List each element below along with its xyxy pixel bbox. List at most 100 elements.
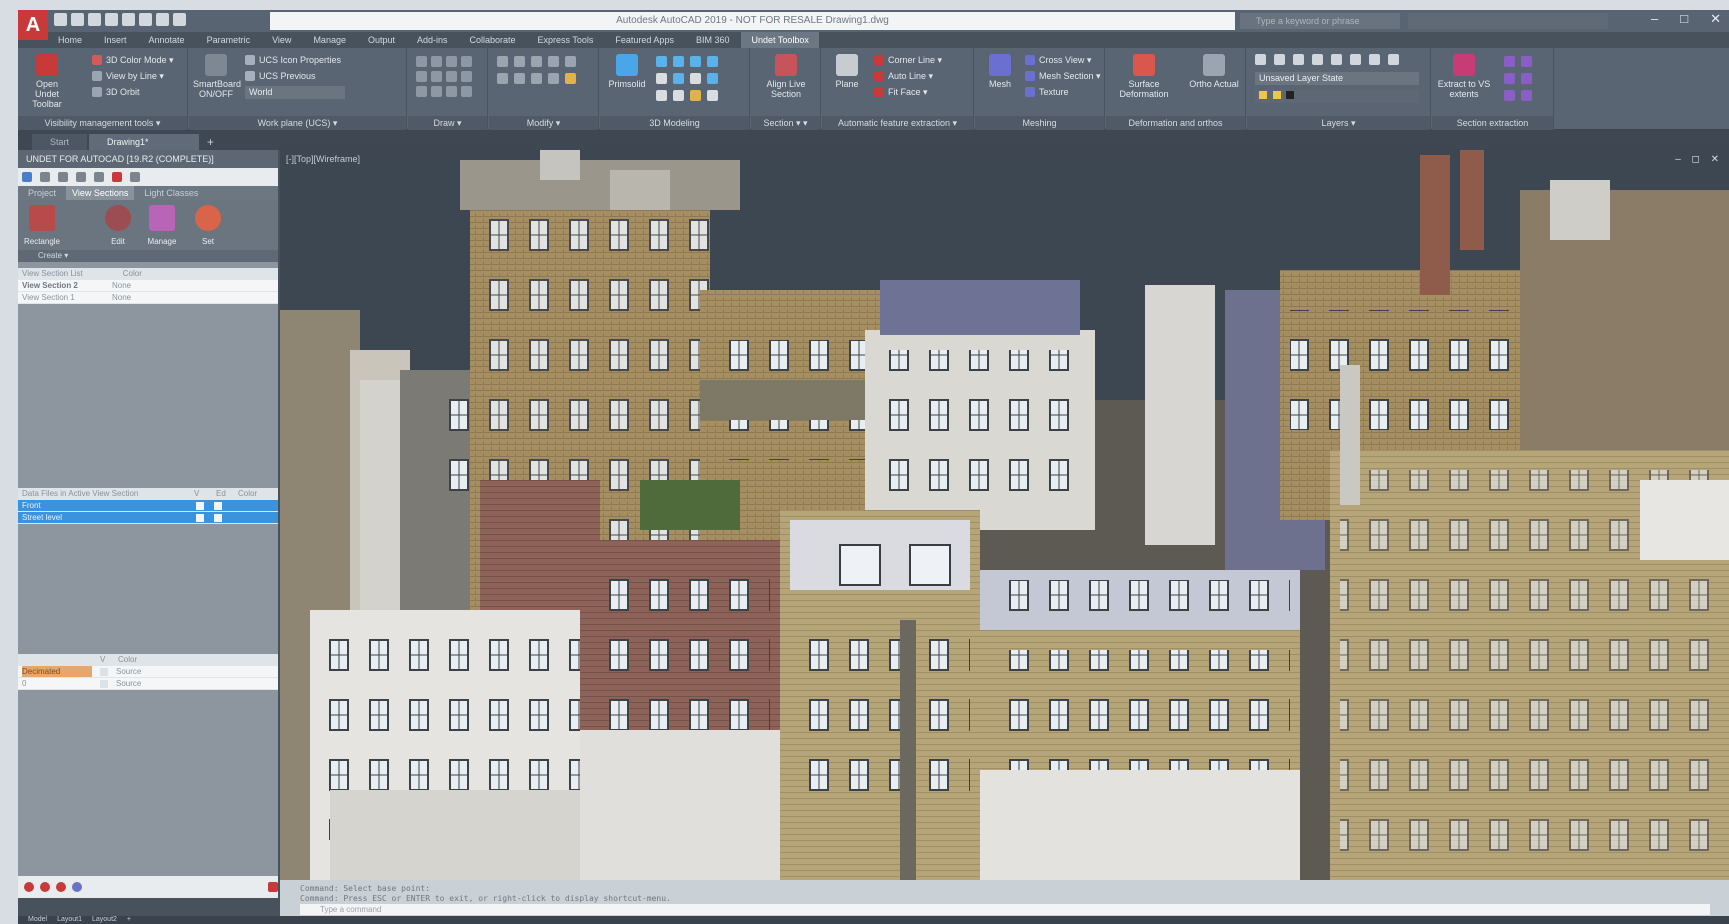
tab-annotate[interactable]: Annotate [139, 32, 195, 48]
polyline-icon[interactable] [431, 56, 442, 67]
texture-button[interactable]: Texture [1025, 86, 1069, 98]
create-dropdown[interactable]: Create ▾ [18, 250, 278, 262]
region-icon[interactable] [431, 86, 442, 97]
panel-footer[interactable]: Deformation and orthos [1106, 116, 1245, 130]
layer-isolate-icon[interactable] [1293, 54, 1304, 65]
layers-icon[interactable] [58, 172, 68, 182]
rectangle-tool-button[interactable]: Rectangle [22, 205, 62, 246]
tab-express-tools[interactable]: Express Tools [528, 32, 604, 48]
new-icon[interactable] [54, 13, 67, 26]
user-sign-in[interactable] [1408, 13, 1608, 29]
minimize-button[interactable]: – [1651, 11, 1658, 27]
save-icon[interactable] [88, 13, 101, 26]
fillet-icon[interactable] [514, 73, 525, 84]
surface-deformation-button[interactable]: Surface Deformation [1116, 54, 1172, 99]
share-icon[interactable] [173, 13, 186, 26]
circle-icon[interactable] [446, 56, 457, 67]
tab-undet-toolbox[interactable]: Undet Toolbox [741, 32, 819, 48]
panel-footer[interactable]: Automatic feature extraction ▾ [822, 116, 973, 130]
set-tool-button[interactable]: Set [188, 205, 228, 246]
tab-output[interactable]: Output [358, 32, 405, 48]
manage-tool-button[interactable]: Manage [142, 205, 182, 246]
align-live-section-button[interactable]: Align Live Section [763, 54, 809, 99]
tab-start[interactable]: Start [32, 134, 88, 150]
viewport-controls[interactable]: – ◻ ✕ [1675, 154, 1723, 165]
ucs-world-dropdown[interactable]: World [245, 86, 345, 99]
command-input[interactable]: Type a command [300, 904, 1710, 915]
tab-collaborate[interactable]: Collaborate [460, 32, 526, 48]
autocad-logo-icon[interactable]: A [18, 10, 48, 40]
point-icon[interactable] [416, 86, 427, 97]
stretch-icon[interactable] [548, 73, 559, 84]
plane-button[interactable]: Plane [824, 54, 870, 89]
plot-icon[interactable] [122, 13, 135, 26]
visible-checkbox[interactable] [100, 668, 108, 676]
line-icon[interactable] [416, 56, 427, 67]
open-undet-toolbar-button[interactable]: Open Undet Toolbar [24, 54, 70, 109]
tab-model[interactable]: Model [28, 916, 47, 924]
viewport-label[interactable]: [-][Top][Wireframe] [286, 154, 360, 164]
panel-footer[interactable]: Visibility management tools ▾ [18, 116, 187, 130]
edit-checkbox[interactable] [214, 502, 222, 510]
new-tab-button[interactable]: + [201, 134, 220, 150]
layer-lock-icon[interactable] [1331, 54, 1342, 65]
revolve-icon[interactable] [673, 73, 684, 84]
panel-footer[interactable]: Draw ▾ [408, 116, 487, 130]
mirror-icon[interactable] [497, 73, 508, 84]
project-icon[interactable] [22, 172, 32, 182]
undo-icon[interactable] [139, 13, 152, 26]
corner-line-button[interactable]: Corner Line ▾ [874, 54, 942, 66]
smartboard-button[interactable]: SmartBoard ON/OFF [193, 54, 241, 99]
cone-icon[interactable] [690, 56, 701, 67]
tab-layout1[interactable]: Layout1 [57, 916, 82, 924]
cube-icon[interactable] [76, 172, 86, 182]
search-input[interactable]: Type a keyword or phrase [1240, 13, 1400, 29]
subtract-icon[interactable] [673, 90, 684, 101]
stop-icon[interactable] [56, 882, 66, 892]
rotate-icon[interactable] [514, 56, 525, 67]
3d-orbit-button[interactable]: 3D Orbit [92, 86, 140, 98]
table-row[interactable]: Decimated Source [18, 666, 278, 678]
section-z-icon[interactable] [1521, 56, 1532, 67]
lock-icon[interactable] [268, 882, 278, 892]
loft-icon[interactable] [707, 73, 718, 84]
pencil-icon[interactable] [40, 172, 50, 182]
table-row[interactable]: 0 Source [18, 678, 278, 690]
tab-bim-360[interactable]: BIM 360 [686, 32, 740, 48]
section-arrow-icon[interactable] [1504, 90, 1515, 101]
save-as-icon[interactable] [105, 13, 118, 26]
gradient-icon[interactable] [461, 86, 472, 97]
edit-checkbox[interactable] [214, 514, 222, 522]
panel-footer[interactable]: Meshing [975, 116, 1104, 130]
drawing-viewport[interactable]: [-][Top][Wireframe] – ◻ ✕ [280, 150, 1729, 880]
add-layout-button[interactable]: + [127, 916, 131, 924]
visible-checkbox[interactable] [100, 680, 108, 688]
extrude-icon[interactable] [656, 73, 667, 84]
layer-merge-icon[interactable] [1388, 54, 1399, 65]
layer-off-icon[interactable] [1274, 54, 1285, 65]
union-icon[interactable] [656, 90, 667, 101]
tab-insert[interactable]: Insert [94, 32, 137, 48]
tab-add-ins[interactable]: Add-ins [407, 32, 458, 48]
layer-match-icon[interactable] [1350, 54, 1361, 65]
cross-view-button[interactable]: Cross View ▾ [1025, 54, 1091, 66]
panel-footer[interactable]: Work plane (UCS) ▾ [189, 116, 406, 130]
tab-project[interactable]: Project [22, 186, 62, 200]
current-layer-dropdown[interactable] [1255, 90, 1419, 103]
redo-icon[interactable] [156, 13, 169, 26]
open-icon[interactable] [71, 13, 84, 26]
panel-footer[interactable]: Section ▾ ▾ [751, 116, 820, 130]
3d-color-mode-button[interactable]: 3D Color Mode ▾ [92, 54, 174, 66]
mesh-button[interactable]: Mesh [977, 54, 1023, 89]
tab-drawing1[interactable]: Drawing1* [89, 134, 200, 150]
explode-icon[interactable] [531, 73, 542, 84]
ortho-actual-button[interactable]: Ortho Actual [1186, 54, 1242, 89]
tab-layout2[interactable]: Layout2 [92, 916, 117, 924]
copy-icon[interactable] [565, 56, 576, 67]
ucs-icon-properties-button[interactable]: UCS Icon Properties [245, 54, 341, 66]
settings-icon[interactable] [112, 172, 122, 182]
layer-properties-icon[interactable] [1255, 54, 1266, 65]
trim-icon[interactable] [531, 56, 542, 67]
window-icon[interactable] [94, 172, 104, 182]
tab-featured-apps[interactable]: Featured Apps [605, 32, 684, 48]
